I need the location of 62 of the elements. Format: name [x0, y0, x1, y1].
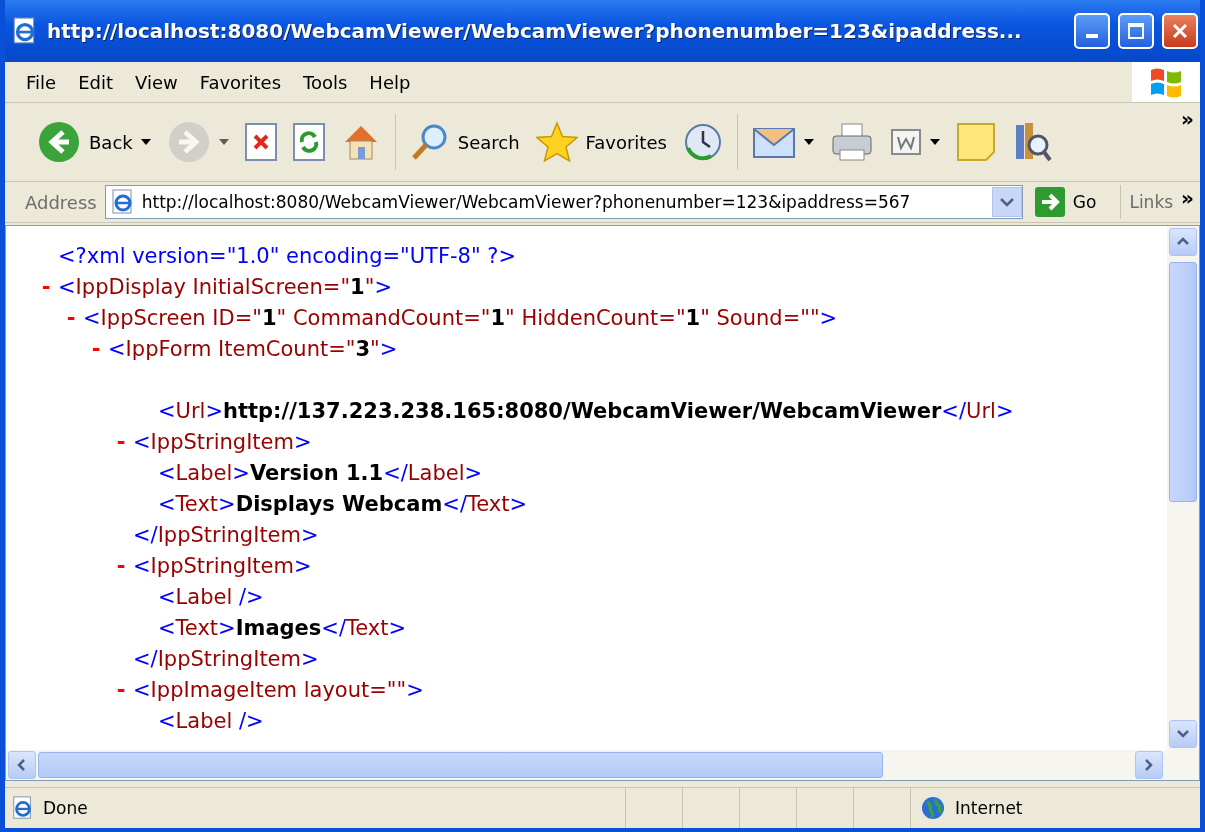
caret-icon — [929, 139, 940, 145]
xml-line: <IppScreen ID="1" CommandCount="1" HiddenCount="1" Sound=""> — [83, 305, 838, 330]
sticky-note-icon — [955, 122, 996, 162]
chevron-down-icon — [999, 197, 1014, 207]
caret-icon — [140, 139, 151, 145]
xml-line: <IppStringItem> — [133, 553, 312, 578]
close-icon — [1171, 22, 1189, 40]
xml-line: </IppStringItem> — [133, 646, 319, 671]
vertical-scrollbar[interactable] — [1167, 226, 1199, 750]
xml-line: <Label>Version 1.1</Label> — [158, 460, 483, 485]
stop-page-icon — [244, 123, 277, 161]
printer-icon — [829, 122, 874, 162]
menu-item[interactable]: Tools — [292, 67, 359, 97]
address-dropdown-button[interactable] — [991, 187, 1022, 217]
collapse-toggle[interactable]: - — [66, 305, 76, 330]
xml-line: <IppStringItem> — [133, 429, 312, 454]
star-icon — [535, 121, 578, 163]
xml-line: <Text>Images</Text> — [158, 615, 407, 640]
go-button[interactable]: Go — [1030, 185, 1122, 219]
links-label[interactable]: Links — [1129, 192, 1174, 212]
document-icon — [889, 126, 922, 158]
collapse-toggle[interactable]: - — [91, 336, 101, 361]
menu-item[interactable]: View — [124, 67, 189, 97]
clock-icon — [682, 122, 723, 162]
xml-line: <Label /> — [158, 708, 264, 733]
menu-item[interactable]: Favorites — [188, 67, 292, 97]
minimize-button[interactable] — [1074, 13, 1110, 49]
xml-line: <IppImageItem layout=""> — [133, 677, 424, 702]
zone-text: Internet — [955, 798, 1023, 818]
address-label: Address — [25, 191, 97, 213]
collapse-toggle[interactable]: - — [116, 677, 126, 702]
menu-item[interactable]: File — [15, 67, 68, 97]
xml-line: <Label /> — [158, 584, 264, 609]
caret-icon — [803, 139, 814, 145]
status-text: Done — [43, 798, 88, 818]
back-button[interactable]: Back — [31, 118, 157, 166]
horizontal-scrollbar[interactable] — [6, 750, 1199, 780]
address-field[interactable]: http://localhost:8080/WebcamViewer/WebcamViewer?phonenumber=123&ipaddress=567 — [104, 185, 1023, 219]
maximize-icon — [1127, 22, 1145, 40]
links-overflow-button[interactable]: » — [1181, 186, 1194, 210]
globe-icon — [921, 796, 945, 820]
menu-item[interactable]: Edit — [67, 67, 124, 97]
close-button[interactable] — [1162, 13, 1198, 49]
caret-icon — [218, 139, 229, 145]
favorites-button[interactable]: Favorites — [529, 119, 673, 165]
xml-line: <IppForm ItemCount="3"> — [108, 336, 398, 361]
minimize-icon — [1086, 34, 1098, 38]
flag-logo-icon — [1149, 66, 1183, 98]
collapse-toggle[interactable]: - — [116, 429, 126, 454]
maximize-button[interactable] — [1118, 13, 1154, 49]
xml-line: <?xml version="1.0" encoding="UTF-8" ?> — [58, 243, 516, 268]
xml-line: </IppStringItem> — [133, 522, 319, 547]
window-title: http://localhost:8080/WebcamViewer/WebcamViewer?phonenumber=123&ipaddress... — [47, 19, 1023, 43]
menu-item[interactable]: Help — [358, 67, 422, 97]
refresh-page-icon — [292, 123, 325, 161]
collapse-toggle[interactable]: - — [41, 274, 51, 299]
toolbar-overflow-button[interactable]: » — [1181, 107, 1194, 131]
xml-line: <Text>Displays Webcam</Text> — [158, 491, 528, 516]
collapse-toggle[interactable]: - — [116, 553, 126, 578]
xml-line: <IppDisplay InitialScreen="1"> — [58, 274, 392, 299]
xml-line: <Url>http://137.223.238.165:8080/WebcamViewer/WebcamViewer</Url> — [158, 398, 1014, 423]
search-button[interactable]: Search — [403, 120, 526, 164]
